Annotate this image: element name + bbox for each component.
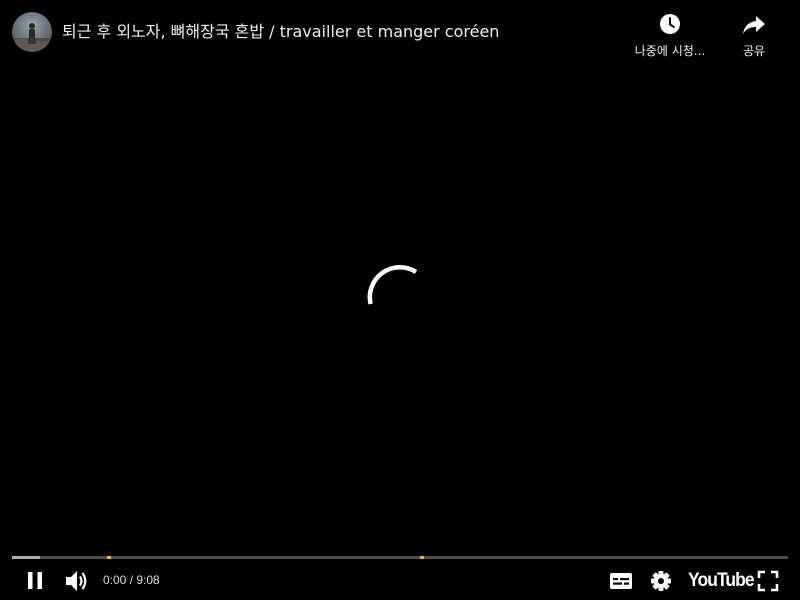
time-duration: 9:08 [136, 573, 160, 587]
volume-button[interactable] [63, 567, 91, 595]
time-display: 0:00 / 9:08 [103, 573, 160, 587]
watch-later-label: 나중에 시청... [634, 44, 706, 58]
top-bar: 퇴근 후 외노자, 뼈해장국 혼밥 / travailler et manger… [0, 0, 800, 70]
subtitles-button[interactable] [607, 567, 635, 595]
video-title[interactable]: 퇴근 후 외노자, 뼈해장국 혼밥 / travailler et manger… [62, 22, 499, 42]
share-label: 공유 [742, 44, 766, 58]
watch-later-button[interactable]: 나중에 시청... [626, 12, 714, 59]
clock-icon [657, 12, 683, 38]
volume-icon [66, 571, 87, 591]
share-button[interactable]: 공유 [732, 12, 776, 59]
fullscreen-icon [757, 570, 779, 592]
pause-button[interactable] [21, 567, 49, 595]
loading-spinner [360, 260, 440, 340]
time-separator: / [126, 573, 137, 587]
chapter-marker [420, 556, 424, 559]
share-arrow-icon [741, 12, 767, 38]
progress-bar[interactable] [12, 556, 788, 559]
subtitles-icon [610, 573, 632, 589]
chapter-marker [107, 556, 111, 559]
video-player[interactable]: 퇴근 후 외노자, 뼈해장국 혼밥 / travailler et manger… [0, 0, 800, 600]
progress-loaded [12, 556, 40, 559]
avatar-image [12, 23, 52, 52]
settings-button[interactable] [647, 567, 675, 595]
time-current: 0:00 [103, 573, 127, 587]
gear-icon [651, 571, 671, 591]
channel-avatar[interactable] [12, 12, 52, 52]
fullscreen-button[interactable] [754, 567, 782, 595]
pause-icon [28, 572, 42, 589]
youtube-logo[interactable]: YouTube [688, 570, 755, 592]
control-bar: 0:00 / 9:08 YouTube [0, 562, 800, 598]
